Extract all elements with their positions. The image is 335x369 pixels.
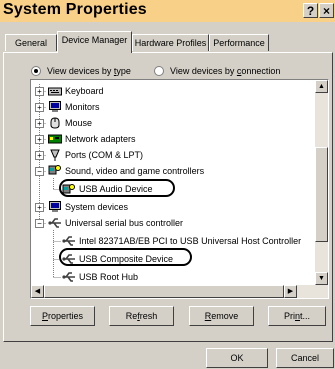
horizontal-scrollbar[interactable]: ◀ ▶ — [31, 285, 315, 298]
tree-item-usb-composite-device[interactable]: USB Composite Device — [79, 252, 173, 266]
help-button[interactable]: ? — [303, 3, 318, 18]
view-by-connection-radio[interactable] — [154, 66, 164, 76]
expand-keyboard[interactable]: + — [35, 87, 44, 96]
window-title: System Properties — [3, 1, 147, 18]
expand-monitors[interactable]: + — [35, 103, 44, 112]
expand-system-devices[interactable]: + — [35, 203, 44, 212]
tree-item-ports[interactable]: Ports (COM & LPT) — [65, 148, 143, 162]
device-tree[interactable]: + Keyboard + Monitors + Mouse + Network … — [30, 79, 329, 299]
horizontal-scroll-thumb[interactable] — [44, 285, 284, 298]
tab-device-manager[interactable]: Device Manager — [57, 31, 132, 53]
tree-item-network-adapters[interactable]: Network adapters — [65, 132, 136, 146]
expand-mouse[interactable]: + — [35, 119, 44, 128]
cancel-button[interactable]: Cancel — [276, 348, 334, 368]
usb-icon — [62, 254, 75, 264]
tree-item-intel-usb-host-controller[interactable]: Intel 82371AB/EB PCI to USB Universal Ho… — [79, 234, 301, 248]
tab-general[interactable]: General — [5, 34, 57, 51]
view-by-type-label: View devices by type — [47, 66, 131, 76]
view-by-connection-label: View devices by connection — [170, 66, 281, 76]
usb-icon — [62, 272, 75, 282]
expand-ports[interactable]: + — [35, 151, 44, 160]
mouse-icon — [50, 117, 60, 129]
tab-hardware-profiles[interactable]: Hardware Profiles — [132, 34, 209, 51]
network-adapter-icon — [48, 134, 62, 144]
remove-button[interactable]: Remove — [189, 306, 254, 326]
monitor-icon — [49, 101, 61, 112]
scroll-down-arrow-icon[interactable]: ▼ — [315, 272, 328, 285]
view-by-type-radio[interactable] — [31, 66, 41, 76]
scroll-up-arrow-icon[interactable]: ▲ — [315, 80, 328, 93]
view-by-connection-option[interactable]: View devices by connection — [154, 66, 280, 76]
usb-icon — [62, 236, 75, 246]
port-icon — [50, 149, 60, 161]
system-device-icon — [49, 201, 61, 212]
tab-performance[interactable]: Performance — [209, 34, 269, 51]
vertical-scrollbar[interactable]: ▲ ▼ — [315, 80, 328, 298]
print-button[interactable]: Print... — [268, 306, 326, 326]
usb-icon — [48, 218, 61, 228]
tree-item-usb-controllers[interactable]: Universal serial bus controller — [65, 216, 183, 230]
refresh-button[interactable]: Refresh — [109, 306, 174, 326]
collapse-sound-controllers[interactable]: − — [35, 167, 44, 176]
keyboard-icon — [48, 87, 62, 96]
collapse-usb-controllers[interactable]: − — [35, 219, 44, 228]
tree-item-usb-audio-device[interactable]: USB Audio Device — [79, 182, 153, 196]
tree-item-sound-controllers[interactable]: Sound, video and game controllers — [65, 164, 204, 178]
scroll-left-arrow-icon[interactable]: ◀ — [31, 285, 44, 298]
view-by-type-option[interactable]: View devices by type — [31, 66, 131, 76]
properties-button[interactable]: Properties — [30, 306, 95, 326]
close-button[interactable]: × — [319, 3, 334, 18]
ok-button[interactable]: OK — [206, 348, 268, 368]
tree-item-monitors[interactable]: Monitors — [65, 100, 100, 114]
system-properties-window: System Properties ? × General Device Man… — [0, 0, 335, 369]
tree-item-keyboard[interactable]: Keyboard — [65, 84, 104, 98]
sound-icon — [48, 165, 61, 175]
title-bar[interactable]: System Properties ? × — [0, 0, 335, 22]
tree-item-system-devices[interactable]: System devices — [65, 200, 128, 214]
expand-network-adapters[interactable]: + — [35, 135, 44, 144]
tree-item-usb-root-hub[interactable]: USB Root Hub — [79, 270, 138, 284]
scroll-right-arrow-icon[interactable]: ▶ — [284, 285, 297, 298]
sound-device-icon — [62, 184, 75, 194]
tree-item-mouse[interactable]: Mouse — [65, 116, 92, 130]
vertical-scroll-thumb[interactable] — [315, 147, 328, 242]
